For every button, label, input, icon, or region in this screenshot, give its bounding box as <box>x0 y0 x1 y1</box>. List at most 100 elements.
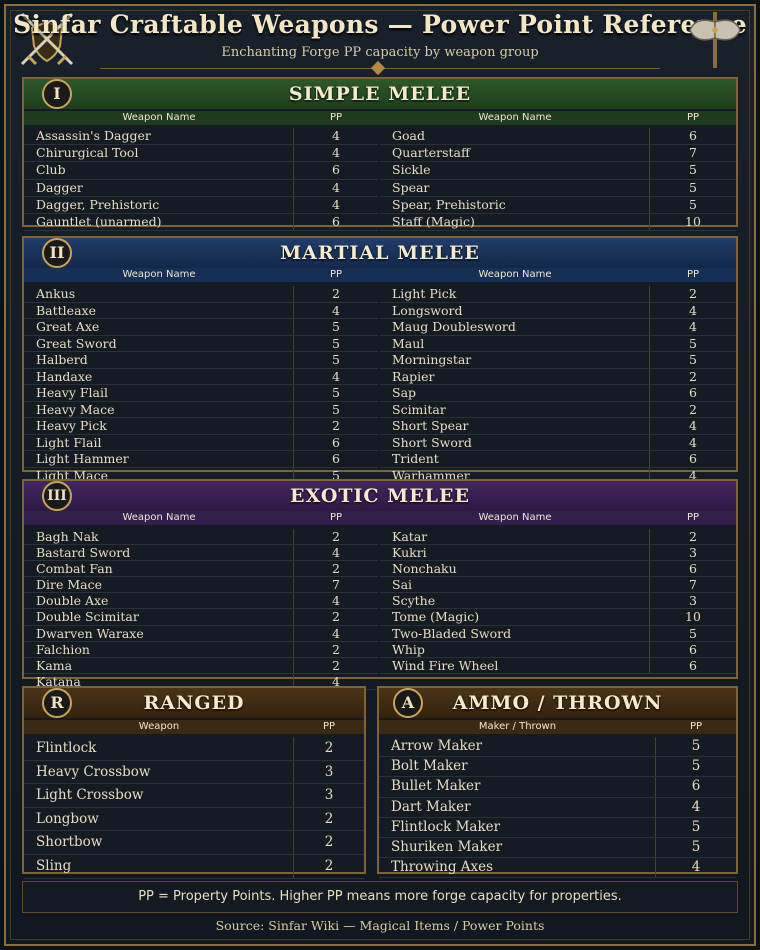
weapon-name: Bastard Sword <box>36 545 131 561</box>
table-row: Scythe 3 <box>380 593 736 610</box>
table-row: Sickle 5 <box>380 162 736 180</box>
pp-value: 5 <box>689 335 697 351</box>
pp-value: 6 <box>689 385 697 400</box>
pp-value: 4 <box>332 545 340 561</box>
pp-value: 5 <box>689 352 697 367</box>
col-weapon-name: Weapon Name <box>478 269 552 280</box>
table-row: Spear 5 <box>380 179 736 197</box>
table-row: Wind Fire Wheel 6 <box>380 657 736 674</box>
col-pp: PP <box>329 112 343 123</box>
pp-value: 5 <box>691 818 701 835</box>
section-numeral: A <box>393 688 423 718</box>
weapon-name: Rapier <box>392 368 435 384</box>
footer-note: PP = Property Points. Higher PP means mo… <box>22 881 738 913</box>
table-row: Halberd 5 <box>24 352 378 369</box>
table-row: Gauntlet (unarmed) 6 <box>24 213 378 232</box>
weapon-name: Bolt Maker <box>391 758 468 775</box>
pp-value: 2 <box>332 561 340 577</box>
pp-value: 6 <box>332 213 340 229</box>
col-pp: PP <box>686 512 700 523</box>
column-header: Weapon Name PP Weapon Name PP <box>24 511 736 525</box>
weapon-name: Great Axe <box>36 319 100 334</box>
weapon-name: Ankus <box>36 286 76 301</box>
weapon-name: Longsword <box>392 302 463 318</box>
pp-value: 2 <box>689 368 697 384</box>
ranged-table: Flintlock 2 Heavy Crossbow 3 Light Crossbow 3… <box>24 737 364 879</box>
table-row: Two-Bladed Sword 5 <box>380 625 736 642</box>
weapon-name: Short Sword <box>392 434 472 450</box>
pp-value: 6 <box>332 451 340 466</box>
col-pp: PP <box>689 721 703 732</box>
table-row: Katar 2 <box>380 529 736 546</box>
pp-value: 2 <box>332 418 340 433</box>
col-weapon-name: Weapon Name <box>478 112 552 123</box>
pp-value: 6 <box>689 128 697 143</box>
pp-value: 2 <box>689 529 697 544</box>
col-weapon-name: Weapon Name <box>122 512 196 523</box>
table-row: Rapier 2 <box>380 368 736 385</box>
table-row: Nonchaku 6 <box>380 561 736 578</box>
section-numeral: III <box>42 481 72 511</box>
pp-value: 5 <box>332 335 340 351</box>
pp-value: 4 <box>332 368 340 384</box>
weapon-name: Flintlock Maker <box>391 818 501 835</box>
martial-left-table: Ankus 2 Battleaxe 4 Great Axe 5 Great Sword 5 Ha… <box>24 286 378 484</box>
pp-value: 2 <box>332 609 340 625</box>
weapon-name: Dire Mace <box>36 577 103 593</box>
pp-value: 6 <box>691 778 701 795</box>
simple-melee-title: SIMPLE MELEE <box>24 79 736 109</box>
weapon-name: Two-Bladed Sword <box>392 625 512 641</box>
pp-value: 4 <box>691 798 701 815</box>
table-row: Spear, Prehistoric 5 <box>380 196 736 214</box>
weapon-name: Great Sword <box>36 335 117 351</box>
table-row: Combat Fan 2 <box>24 561 378 578</box>
pp-value: 5 <box>689 179 697 195</box>
header: Sinfar Craftable Weapons — Power Point R… <box>0 0 760 76</box>
table-row: Light Crossbow 3 <box>24 784 364 808</box>
table-row: Short Spear 4 <box>380 418 736 435</box>
pp-value: 2 <box>332 286 340 301</box>
ammo-section: AMMO / THROWN A Maker / Thrown PP Arrow … <box>377 686 738 879</box>
weapon-name: Scimitar <box>392 401 446 417</box>
col-weapon-name: Weapon Name <box>478 512 552 523</box>
weapon-name: Sai <box>392 577 413 593</box>
exotic-melee-title: EXOTIC MELEE <box>24 481 736 511</box>
pp-value: 7 <box>689 145 697 161</box>
pp-value: 2 <box>689 286 697 301</box>
header-ornament <box>370 60 386 76</box>
table-row: Dart Maker 4 <box>379 797 736 818</box>
pp-value: 5 <box>689 625 697 641</box>
table-row: Scimitar 2 <box>380 401 736 418</box>
pp-value: 7 <box>689 577 697 593</box>
pp-value: 4 <box>332 593 340 609</box>
table-row: Quarterstaff 7 <box>380 145 736 163</box>
table-row: Morningstar 5 <box>380 352 736 369</box>
weapon-name: Longbow <box>36 810 99 827</box>
pp-value: 6 <box>689 641 697 657</box>
weapon-name: Halberd <box>36 352 88 367</box>
pp-value: 4 <box>689 302 697 318</box>
weapon-name: Spear, Prehistoric <box>392 196 506 212</box>
pp-value: 4 <box>689 319 697 334</box>
weapon-name: Whip <box>392 641 425 657</box>
exotic-melee-section: EXOTIC MELEE III Weapon Name PP Weapon N… <box>22 479 738 690</box>
table-row: Trident 6 <box>380 451 736 468</box>
martial-right-table: Light Pick 2 Longsword 4 Maug Doublesword 4 Ma… <box>380 286 736 484</box>
table-row: Handaxe 4 <box>24 368 378 385</box>
pp-value: 4 <box>689 434 697 450</box>
source-credit: Source: Sinfar Wiki — Magical Items / Po… <box>215 918 545 933</box>
exotic-right-table: Katar 2 Kukri 3 Nonchaku 6 Sai 7 Scythe 3 Tome (Ma… <box>380 529 736 674</box>
column-header: Weapon Name PP Weapon Name PP <box>24 268 736 282</box>
ammo-title: AMMO / THROWN <box>379 688 736 718</box>
pp-value: 5 <box>332 319 340 334</box>
col-weapon: Weapon <box>138 721 180 732</box>
table-row: Bastard Sword 4 <box>24 545 378 562</box>
pp-value: 5 <box>691 838 701 855</box>
table-row: Light Hammer 6 <box>24 451 378 468</box>
pp-value: 4 <box>691 859 701 876</box>
weapon-name: Combat Fan <box>36 561 113 577</box>
weapon-name: Battleaxe <box>36 302 96 318</box>
table-row: Battleaxe 4 <box>24 302 378 319</box>
table-row: Maug Doublesword 4 <box>380 319 736 336</box>
weapon-name: Shortbow <box>36 834 103 851</box>
